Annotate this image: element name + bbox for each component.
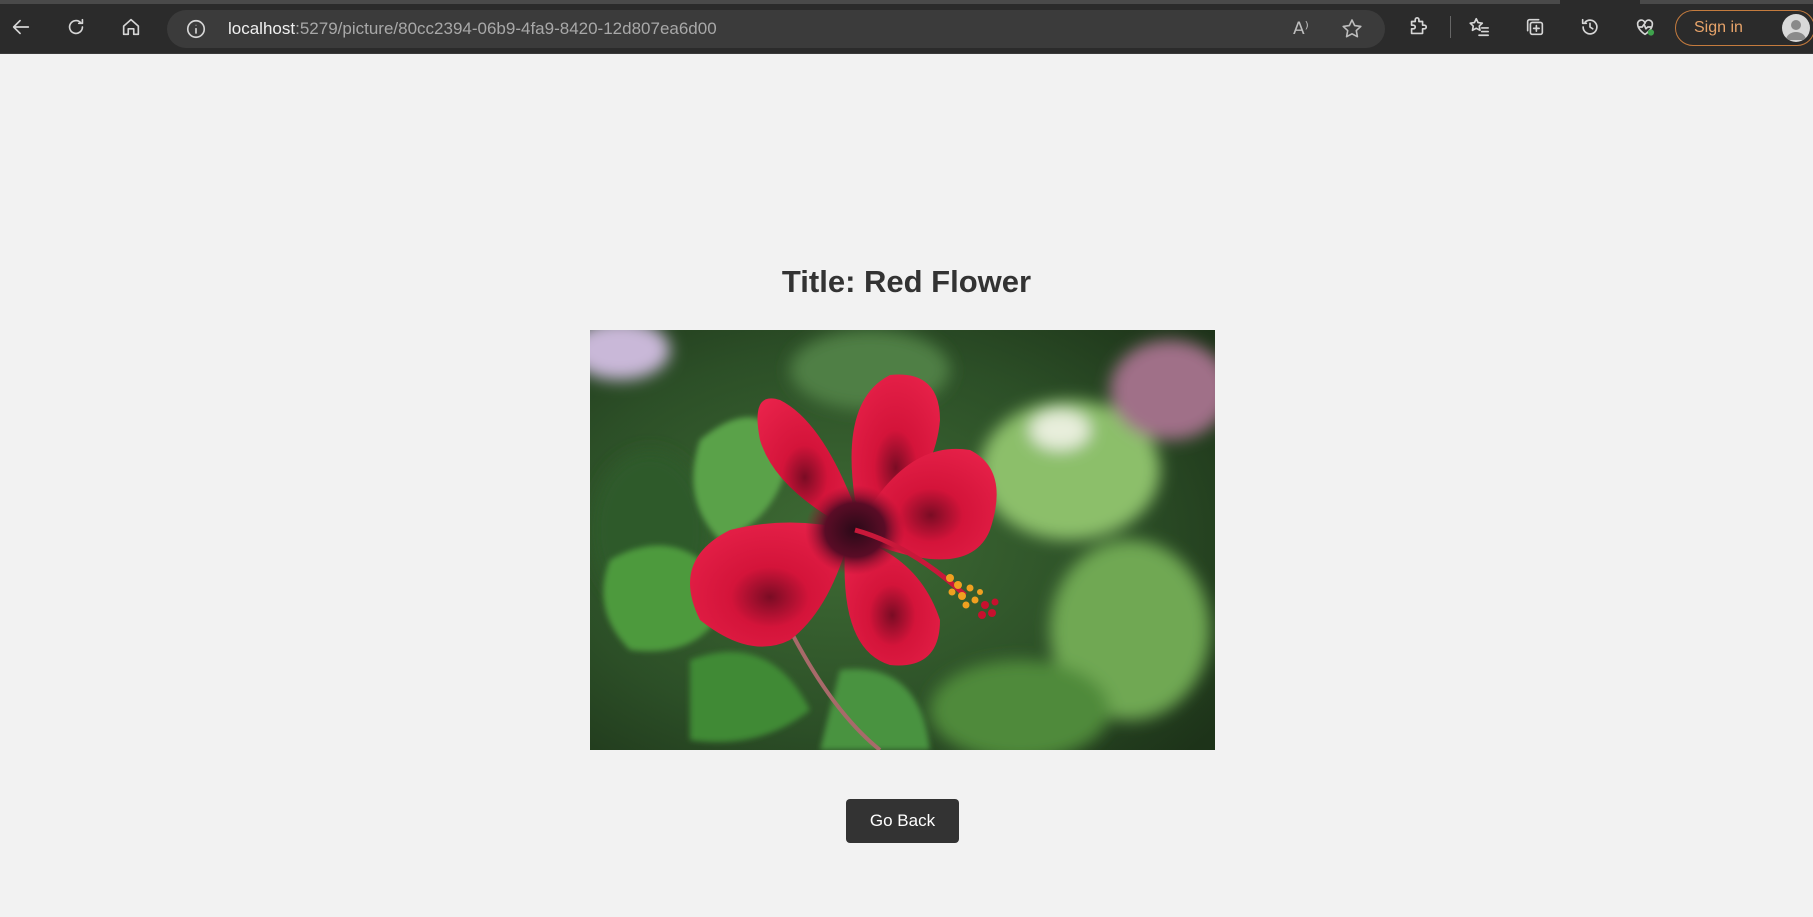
home-icon — [122, 18, 140, 36]
history-icon — [1581, 18, 1598, 35]
collections-icon — [1526, 18, 1544, 36]
favorites-button[interactable] — [1461, 9, 1497, 45]
url-host: localhost — [228, 19, 296, 38]
flower-image — [590, 330, 1215, 750]
url-text[interactable]: localhost:5279/picture/80cc2394-06b9-4fa… — [228, 19, 717, 39]
collections-button[interactable] — [1517, 9, 1553, 45]
history-button[interactable] — [1572, 9, 1608, 45]
heart-pulse-icon — [1636, 19, 1655, 36]
browser-essentials-button[interactable] — [1627, 9, 1663, 45]
favorites-list-icon — [1469, 17, 1489, 37]
browser-toolbar: localhost:5279/picture/80cc2394-06b9-4fa… — [0, 0, 1813, 54]
refresh-icon — [68, 18, 84, 35]
back-button[interactable] — [3, 9, 39, 45]
read-aloud-icon[interactable]: A⁾ — [1293, 17, 1317, 41]
refresh-button[interactable] — [58, 9, 94, 45]
tab-strip-right — [1640, 0, 1813, 4]
arrow-left-icon — [12, 19, 30, 35]
more-menu-icon[interactable]: · — [1804, 16, 1811, 38]
toolbar-divider — [1450, 16, 1451, 38]
puzzle-icon — [1410, 17, 1428, 35]
tab-strip — [0, 0, 1560, 4]
sign-in-label: Sign in — [1694, 19, 1743, 36]
favorite-star-icon[interactable] — [1340, 17, 1364, 41]
go-back-button[interactable]: Go Back — [846, 799, 959, 843]
extensions-button[interactable] — [1400, 9, 1436, 45]
url-path: :5279/picture/80cc2394-06b9-4fa9-8420-12… — [295, 19, 717, 38]
home-button[interactable] — [113, 9, 149, 45]
page-title: Title: Red Flower — [781, 264, 1032, 299]
site-info-icon[interactable] — [185, 18, 207, 40]
sign-in-button[interactable]: Sign in — [1675, 10, 1813, 46]
address-bar[interactable]: localhost:5279/picture/80cc2394-06b9-4fa… — [167, 10, 1385, 48]
flower-photo — [590, 330, 1215, 750]
